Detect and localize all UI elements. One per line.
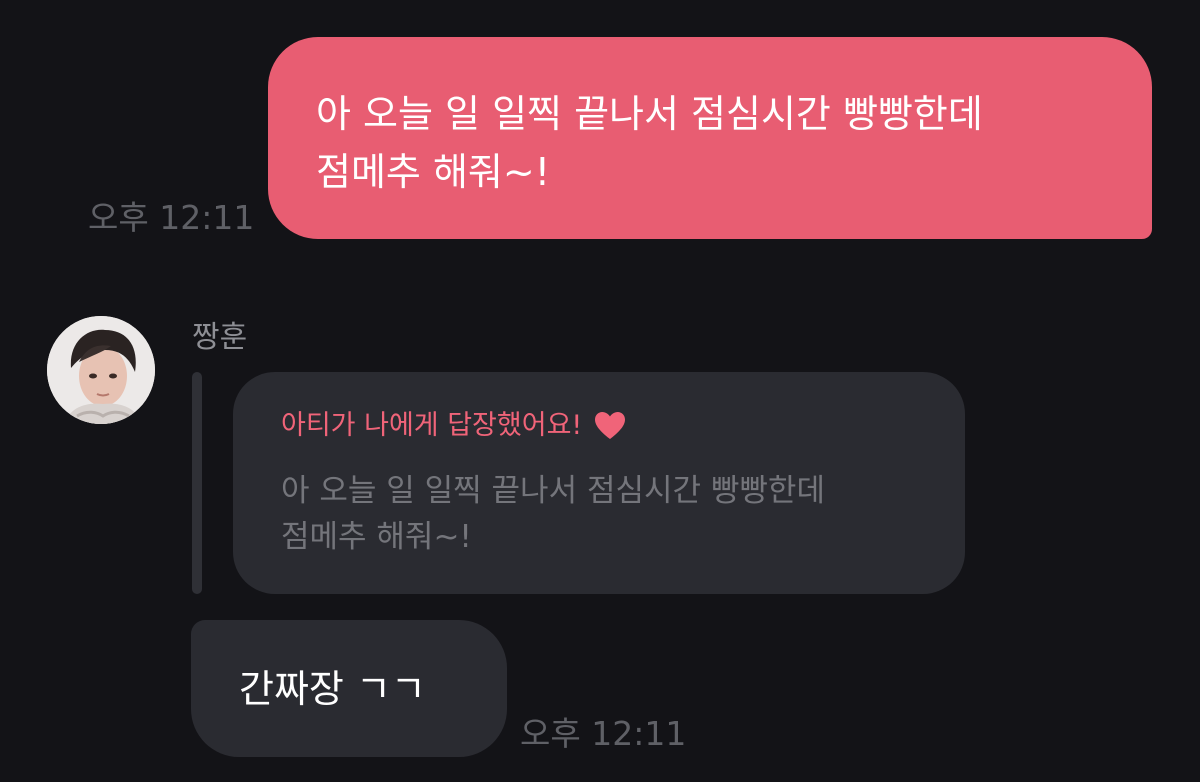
sender-avatar[interactable] — [47, 316, 155, 424]
heart-icon — [594, 411, 626, 441]
sent-message-timestamp: 오후 12:11 — [88, 198, 255, 237]
quoted-message-text: 아 오늘 일 일찍 끝나서 점심시간 빵빵한데 점메추 해줘~! — [281, 473, 825, 555]
reply-header-text: 아티가 나에게 답장했어요! — [281, 410, 583, 441]
reply-header: 아티가 나에게 답장했어요! — [281, 408, 626, 444]
profile-photo — [47, 316, 155, 424]
reply-indicator-bar — [192, 372, 202, 594]
received-message-timestamp: 오후 12:11 — [520, 714, 687, 753]
reply-quote-bubble[interactable]: 아티가 나에게 답장했어요! 아 오늘 일 일찍 끝나서 점심시간 빵빵한데 점… — [233, 372, 965, 594]
sender-name: 짱훈 — [192, 320, 248, 355]
sent-message-text: 아 오늘 일 일찍 끝나서 점심시간 빵빵한데 점메추 해줘~! — [316, 92, 983, 194]
received-message-text: 간짜장 ㄱㄱ — [239, 667, 426, 711]
received-message-bubble[interactable]: 간짜장 ㄱㄱ — [191, 620, 507, 757]
sent-message-bubble[interactable]: 아 오늘 일 일찍 끝나서 점심시간 빵빵한데 점메추 해줘~! — [268, 37, 1152, 239]
